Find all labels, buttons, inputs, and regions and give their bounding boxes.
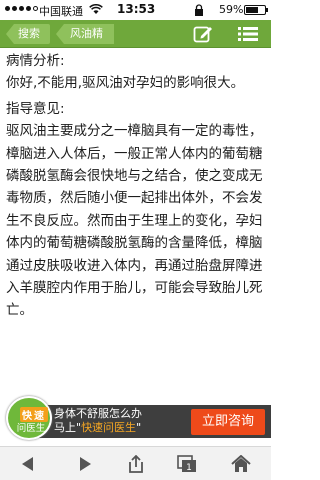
rotation-lock-icon [195,4,203,16]
article-content: 病情分析: 你好,不能用,驱风油对孕妇的影响很大。 指导意见: 驱风油主要成分之… [6,50,268,322]
quick-doctor-badge[interactable]: 快速 问医生 [6,396,52,440]
carrier-name: 中国联通 [39,5,83,18]
wifi-icon [89,4,103,14]
battery-icon [244,5,268,15]
home-icon[interactable] [231,455,251,473]
banner-line2-prefix: 马上" [54,421,82,434]
quick-doctor-banner[interactable]: 身体不舒服怎么办 马上"快速问医生" 立即咨询 快速 问医生 [0,396,271,442]
banner-line1: 身体不舒服怎么办 [54,407,142,420]
banner-text: 身体不舒服怎么办 马上"快速问医生" [54,407,194,435]
clock: 13:53 [117,2,156,16]
signal-strength-icon [5,6,38,11]
edit-icon[interactable] [193,24,213,44]
banner-bar[interactable]: 身体不舒服怎么办 马上"快速问医生" 立即咨询 [30,405,271,438]
search-button[interactable]: 搜索 [6,24,50,44]
browser-toolbar: 1 [0,446,271,480]
tabs-count: 1 [186,463,192,473]
status-bar: 中国联通 13:53 59% [0,0,271,20]
banner-highlight: 快速问医生 [81,421,137,434]
badge-bottom-label: 问医生 [16,423,46,434]
nav-bar: 搜索 风油精 [0,20,271,48]
forward-icon[interactable] [75,455,95,473]
banner-line2-suffix: " [136,421,142,434]
analysis-heading: 病情分析: [6,53,65,69]
guidance-text: 驱风油主要成分之一樟脑具有一定的毒性，樟脑进入人体后，一般正常人体内的葡萄糖磷酸… [6,123,263,319]
analysis-text: 你好,不能用,驱风油对孕妇的影响很大。 [6,75,245,92]
menu-icon[interactable] [238,26,258,42]
breadcrumb-keyword[interactable]: 风油精 [56,24,114,44]
share-icon[interactable] [126,455,146,473]
back-icon[interactable] [18,455,38,473]
consult-now-button[interactable]: 立即咨询 [191,409,265,435]
battery-percentage: 59% [219,3,244,16]
tabs-icon[interactable]: 1 [177,455,197,473]
banner-line2: 马上"快速问医生" [54,421,194,435]
guidance-heading: 指导意见: [6,100,65,117]
